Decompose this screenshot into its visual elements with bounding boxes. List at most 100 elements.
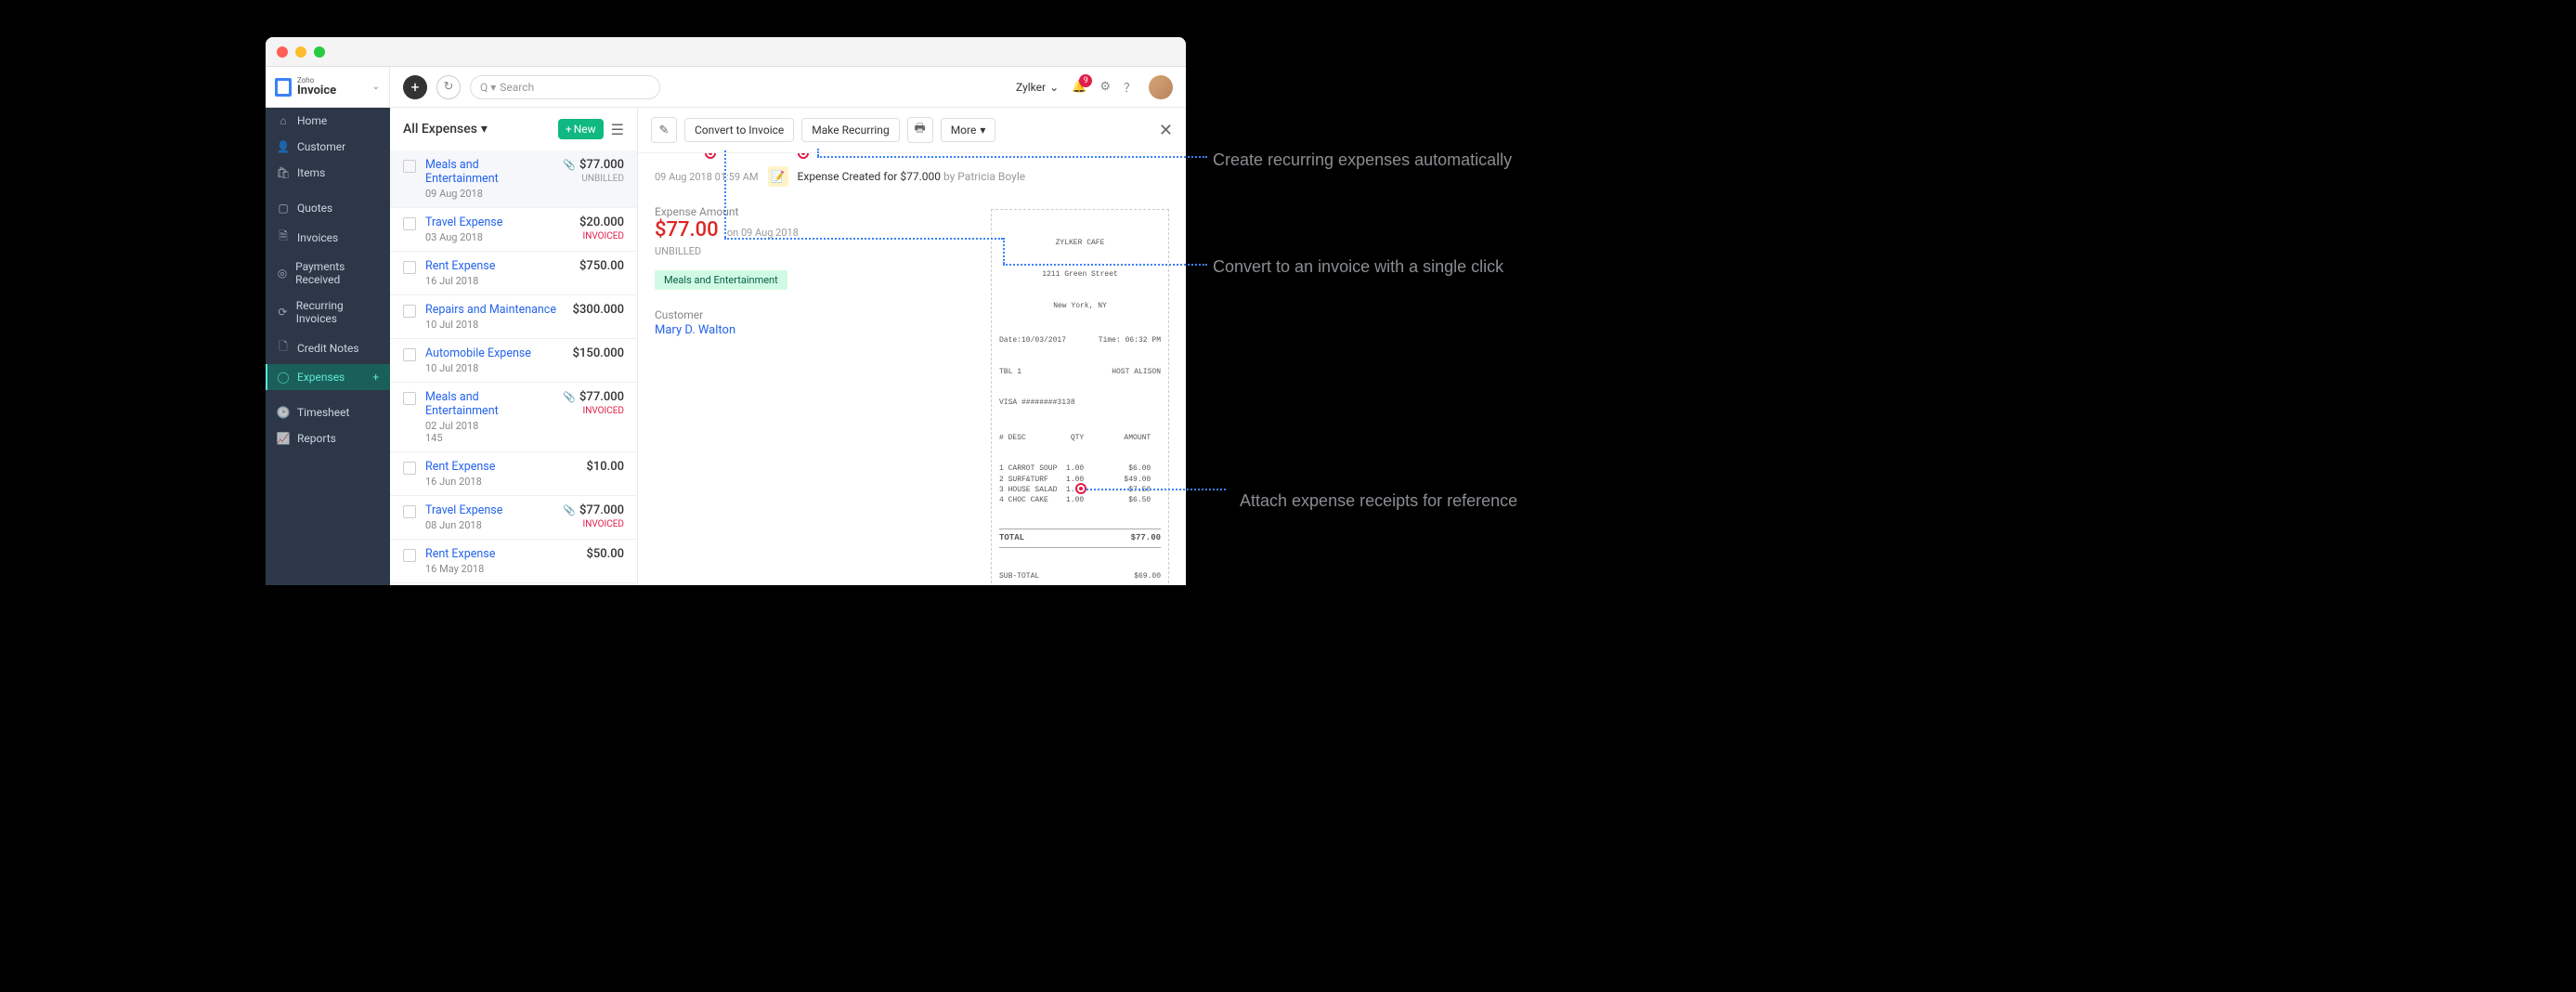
receipt-subtotal: $69.00 — [1134, 571, 1161, 581]
list-filter-dropdown[interactable]: All Expenses ▾ — [403, 122, 488, 137]
brand[interactable]: Zoho Invoice ⌄ — [266, 67, 390, 108]
expense-row[interactable]: Rent Expense 16 Apr 2018 $750.00 — [390, 582, 637, 585]
sidebar-item-recurring[interactable]: ⟳ Recurring Invoices — [266, 293, 390, 332]
callout-line — [724, 238, 1003, 240]
event-main: Expense Created for $77.000 — [798, 170, 941, 183]
window-maximize-icon[interactable] — [314, 46, 325, 58]
recurring-icon: ⟳ — [277, 306, 289, 319]
receipt-subtotal-label: SUB-TOTAL — [999, 571, 1039, 581]
sidebar-item-quotes[interactable]: ▢ Quotes — [266, 195, 390, 221]
expense-row[interactable]: Meals and Entertainment 02 Jul 2018 145 … — [390, 382, 637, 451]
button-label: More — [951, 124, 977, 137]
gear-icon[interactable]: ⚙ — [1099, 80, 1111, 94]
sidebar-item-items[interactable]: 🛍Items — [266, 160, 390, 186]
org-selector[interactable]: Zylker ⌄ — [1016, 81, 1059, 94]
sidebar-item-expenses[interactable]: ◯Expenses+ — [266, 364, 390, 390]
close-button[interactable]: ✕ — [1159, 121, 1173, 140]
row-title: Rent Expense — [425, 460, 577, 474]
row-checkbox[interactable] — [403, 160, 416, 173]
row-title: Rent Expense — [425, 259, 570, 273]
annotation-recurring: Create recurring expenses automatically — [1213, 149, 1512, 172]
row-amount: $150.000 — [573, 346, 624, 360]
sidebar-item-label: Customer — [297, 140, 345, 153]
row-date: 09 Aug 2018 — [425, 188, 553, 200]
list-menu-icon[interactable]: ☰ — [611, 121, 624, 138]
notifications-button[interactable]: 🔔 9 — [1072, 80, 1086, 94]
row-status: UNBILLED — [563, 174, 624, 184]
row-checkbox[interactable] — [403, 348, 416, 361]
expense-row[interactable]: Travel Expense 03 Aug 2018 $20.000 INVOI… — [390, 207, 637, 251]
print-button[interactable]: 🖶 — [907, 117, 933, 143]
chart-icon: 📈 — [277, 432, 290, 445]
row-extra: 145 — [425, 432, 553, 444]
row-date: 02 Jul 2018 — [425, 420, 553, 432]
expense-row[interactable]: Travel Expense 08 Jun 2018 📎$77.000 INVO… — [390, 495, 637, 539]
row-checkbox[interactable] — [403, 505, 416, 518]
new-expense-button[interactable]: + New — [558, 119, 604, 139]
receipt-line: 4 CHOC CAKE 1.00 $6.50 — [999, 495, 1161, 505]
row-status: INVOICED — [563, 519, 624, 529]
receipt-host: HOST ALISON — [1112, 367, 1161, 377]
creditnote-icon: 🗋 — [277, 338, 290, 358]
app-window: Zoho Invoice ⌄ + ↻ Q ▾ Search Zylker ⌄ 🔔… — [266, 37, 1186, 585]
convert-to-invoice-button[interactable]: Convert to Invoice — [684, 118, 794, 142]
sidebar-item-label: Home — [297, 114, 327, 127]
annotation-convert: Convert to an invoice with a single clic… — [1213, 255, 1503, 279]
row-title: Repairs and Maintenance — [425, 303, 564, 317]
make-recurring-button[interactable]: Make Recurring — [801, 118, 899, 142]
callout-line — [1086, 489, 1226, 490]
row-checkbox[interactable] — [403, 462, 416, 475]
sidebar-item-timesheet[interactable]: 🕑Timesheet — [266, 399, 390, 425]
topbar: Zoho Invoice ⌄ + ↻ Q ▾ Search Zylker ⌄ 🔔… — [266, 67, 1186, 108]
row-checkbox[interactable] — [403, 261, 416, 274]
expense-row[interactable]: Rent Expense 16 Jul 2018 $750.00 — [390, 251, 637, 294]
row-checkbox[interactable] — [403, 217, 416, 230]
add-expense-icon[interactable]: + — [372, 371, 379, 384]
sidebar-item-home[interactable]: ⌂Home — [266, 108, 390, 134]
sidebar-item-label: Reports — [297, 432, 336, 445]
more-dropdown[interactable]: More▾ — [941, 118, 996, 142]
sidebar-item-label: Timesheet — [297, 406, 349, 419]
edit-button[interactable]: ✎ — [651, 117, 677, 143]
row-status: INVOICED — [579, 231, 624, 241]
printer-icon: 🖶 — [915, 120, 926, 140]
help-icon[interactable]: ？ — [1124, 78, 1136, 96]
row-title: Travel Expense — [425, 503, 553, 517]
quote-icon: ▢ — [277, 202, 290, 215]
sidebar-item-reports[interactable]: 📈 Reports — [266, 425, 390, 451]
paperclip-icon: 📎 — [563, 159, 576, 171]
callout-marker — [798, 153, 809, 159]
sidebar-item-creditnotes[interactable]: 🗋Credit Notes — [266, 332, 390, 364]
brand-name: Invoice — [297, 85, 336, 97]
sidebar-item-label: Quotes — [297, 202, 332, 215]
search-input[interactable]: Q ▾ Search — [470, 75, 660, 99]
expense-row[interactable]: Automobile Expense 10 Jul 2018 $150.000 — [390, 338, 637, 382]
sidebar-item-invoices[interactable]: 🗎Invoices — [266, 221, 390, 254]
receipt-total-label: TOTAL — [999, 532, 1024, 544]
expense-row[interactable]: Rent Expense 16 Jun 2018 $10.00 — [390, 451, 637, 495]
row-checkbox[interactable] — [403, 392, 416, 405]
expense-row[interactable]: Repairs and Maintenance 10 Jul 2018 $300… — [390, 294, 637, 338]
row-checkbox[interactable] — [403, 549, 416, 562]
history-icon[interactable]: ↻ — [436, 75, 461, 99]
row-amount: $20.000 — [579, 215, 624, 229]
row-amount: $10.00 — [586, 460, 624, 474]
add-button[interactable]: + — [403, 75, 427, 99]
receipt-name: ZYLKER CAFE — [999, 238, 1161, 248]
button-label: Make Recurring — [812, 124, 889, 137]
sidebar-item-customer[interactable]: 👤Customer — [266, 134, 390, 160]
expense-row[interactable]: Rent Expense 16 May 2018 $50.00 — [390, 539, 637, 582]
invoice-icon: 🗎 — [277, 228, 290, 247]
avatar[interactable] — [1149, 75, 1173, 99]
row-checkbox[interactable] — [403, 305, 416, 318]
expense-row[interactable]: Meals and Entertainment 09 Aug 2018 📎$77… — [390, 150, 637, 207]
row-title: Rent Expense — [425, 547, 577, 561]
new-button-label: New — [574, 123, 596, 136]
sidebar-item-payments[interactable]: ◎Payments Received — [266, 254, 390, 293]
row-amount: 📎$77.000 — [563, 390, 624, 404]
window-minimize-icon[interactable] — [295, 46, 306, 58]
row-amount: $750.00 — [579, 259, 624, 273]
window-close-icon[interactable] — [277, 46, 288, 58]
sidebar-item-label: Recurring Invoices — [296, 299, 379, 325]
callout-marker — [705, 153, 716, 159]
